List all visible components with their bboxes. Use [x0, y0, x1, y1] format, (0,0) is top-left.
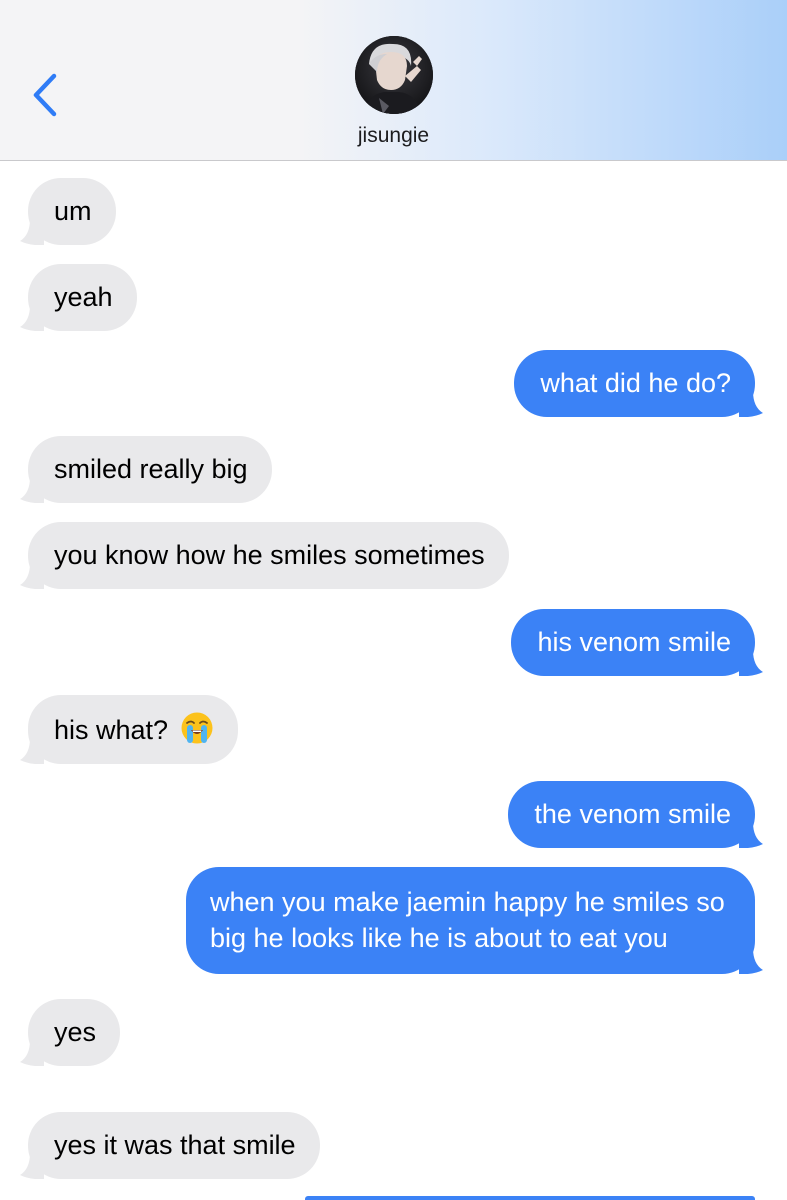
message-text: um — [54, 196, 92, 226]
message-text: his what? — [54, 715, 169, 745]
bubble-tail — [20, 1153, 44, 1179]
contact-name[interactable]: jisungie — [0, 124, 787, 148]
back-button[interactable] — [26, 68, 66, 122]
outgoing-message[interactable]: the venom smile — [508, 781, 763, 848]
message-text: the venom smile — [534, 799, 731, 829]
incoming-message[interactable]: yeah — [20, 264, 137, 331]
message-text: what did he do? — [540, 368, 731, 398]
outgoing-message[interactable]: when you make jaemin happy he smiles so … — [186, 867, 763, 974]
bubble-tail — [20, 1040, 44, 1066]
incoming-message[interactable]: yes it was that smile — [20, 1112, 320, 1179]
message-text: when you make jaemin happy he smiles so … — [210, 887, 725, 953]
outgoing-message[interactable]: his venom smile — [511, 609, 763, 676]
incoming-message[interactable]: his what? — [20, 695, 238, 764]
bubble-tail — [20, 563, 44, 589]
message-text: yes — [54, 1017, 97, 1047]
avatar[interactable] — [355, 36, 433, 114]
incoming-message[interactable]: you know how he smiles sometimes — [20, 522, 509, 589]
incoming-message[interactable]: um — [20, 178, 116, 245]
message-text: you know how he smiles sometimes — [54, 540, 485, 570]
bubble-tail — [20, 305, 44, 331]
message-text: his venom smile — [537, 627, 731, 657]
contact-photo — [355, 36, 433, 114]
message-thread: um yeah what did he do? smiled really bi… — [0, 161, 787, 1200]
bubble-tail — [20, 477, 44, 503]
bubble-tail — [739, 391, 763, 417]
incoming-message[interactable]: smiled really big — [20, 436, 272, 503]
bubble-tail — [739, 948, 763, 974]
loudly-crying-face-icon — [181, 712, 213, 744]
message-text: yeah — [54, 282, 113, 312]
bubble-tail — [739, 650, 763, 676]
bubble-tail — [20, 219, 44, 245]
message-text: yes it was that smile — [54, 1130, 296, 1160]
chevron-left-icon — [33, 73, 57, 117]
bubble-tail — [739, 822, 763, 848]
outgoing-message[interactable]: what did he do? — [514, 350, 763, 417]
next-outgoing-message-edge — [305, 1196, 755, 1200]
message-text: smiled really big — [54, 454, 248, 484]
conversation-header: jisungie — [0, 0, 787, 161]
bubble-tail — [20, 738, 44, 764]
incoming-message[interactable]: yes — [20, 999, 121, 1066]
